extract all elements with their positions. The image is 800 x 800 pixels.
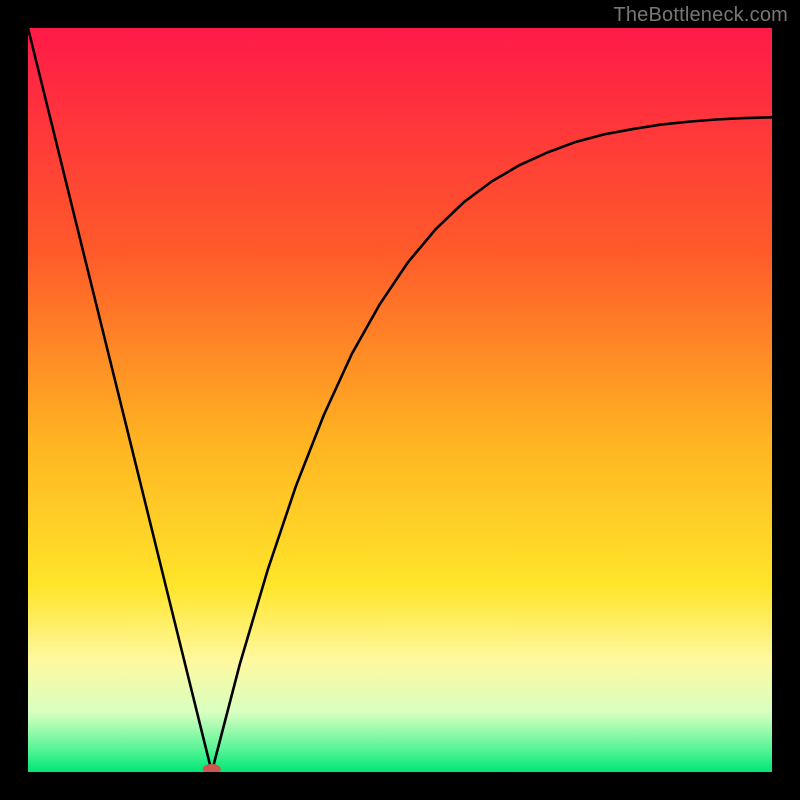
chart-frame [28, 28, 772, 772]
watermark-text: TheBottleneck.com [613, 4, 788, 27]
chart-svg [28, 28, 772, 772]
chart-background [28, 28, 772, 772]
